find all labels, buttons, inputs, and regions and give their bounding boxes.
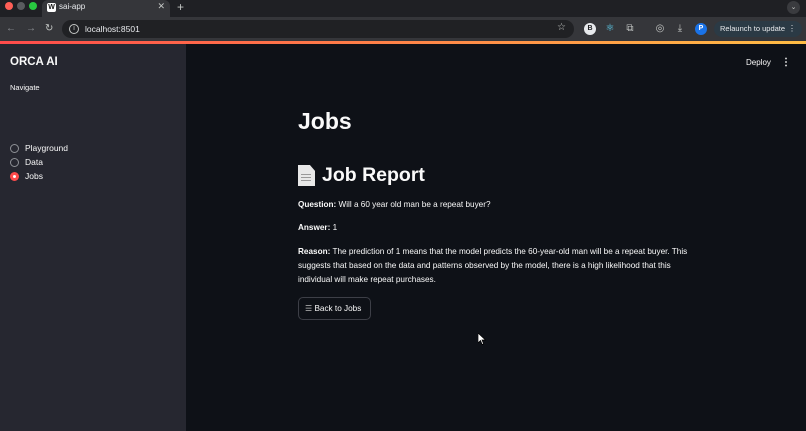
page-title: Jobs bbox=[298, 108, 352, 134]
browser-toolbar: ← → ↻ i localhost:8501 ☆ B ⚛ ⧉ ◎ ⤓ P Rel… bbox=[0, 17, 806, 41]
sidebar bbox=[0, 44, 186, 431]
mouse-cursor-icon bbox=[478, 333, 486, 345]
report-title: Job Report bbox=[322, 164, 425, 186]
reason-label: Reason: bbox=[298, 247, 331, 256]
close-tab-icon[interactable]: ✕ bbox=[157, 1, 165, 12]
browser-window: W sai-app ✕ + ⌄ ← → ↻ i localhost:8501 ☆… bbox=[0, 0, 806, 431]
radio-label: Playground bbox=[25, 143, 69, 153]
tab-bar: W sai-app ✕ + ⌄ bbox=[0, 0, 806, 17]
radio-option-data[interactable]: Data bbox=[10, 156, 43, 168]
favicon-icon: W bbox=[47, 3, 56, 12]
radio-label: Data bbox=[25, 157, 43, 167]
download-icon[interactable]: ⤓ bbox=[674, 23, 686, 35]
radio-label: Jobs bbox=[25, 171, 43, 181]
extensions-puzzle-icon[interactable]: ⧉ bbox=[624, 23, 636, 35]
minimize-window-button[interactable] bbox=[17, 2, 25, 10]
radio-unchecked-icon[interactable] bbox=[10, 157, 19, 167]
url-text[interactable]: localhost:8501 bbox=[85, 24, 140, 34]
app-brand: ORCA AI bbox=[10, 56, 58, 68]
radio-unchecked-icon[interactable] bbox=[10, 143, 19, 153]
radio-option-jobs[interactable]: Jobs bbox=[10, 170, 43, 182]
answer-text: 1 bbox=[330, 223, 338, 232]
navigate-label: Navigate bbox=[10, 83, 40, 92]
question-label: Question: bbox=[298, 200, 337, 209]
maximize-window-button[interactable] bbox=[29, 2, 37, 10]
answer-paragraph: Answer: 1 bbox=[298, 221, 698, 235]
tab-title: sai-app bbox=[59, 2, 86, 11]
media-control-icon[interactable]: ◎ bbox=[654, 23, 666, 35]
profile-avatar[interactable]: P bbox=[695, 23, 707, 35]
relaunch-label: Relaunch to update bbox=[720, 24, 786, 33]
radio-option-playground[interactable]: Playground bbox=[10, 142, 68, 154]
reload-icon[interactable]: ↻ bbox=[45, 22, 53, 36]
document-icon bbox=[298, 165, 315, 186]
main-menu-icon[interactable]: ⋮ bbox=[781, 57, 791, 68]
site-info-icon[interactable]: i bbox=[69, 24, 79, 34]
radio-checked-icon[interactable] bbox=[10, 171, 19, 181]
react-devtools-icon[interactable]: ⚛ bbox=[604, 23, 616, 35]
report-heading: Job Report bbox=[298, 164, 425, 187]
back-arrow-icon[interactable]: ← bbox=[6, 22, 16, 36]
back-to-jobs-button[interactable]: ☰ Back to Jobs bbox=[298, 297, 371, 320]
close-window-button[interactable] bbox=[5, 2, 13, 10]
bookmark-star-icon[interactable]: ☆ bbox=[557, 22, 566, 33]
relaunch-button[interactable]: Relaunch to update ⋮ bbox=[714, 21, 802, 37]
reason-text: The prediction of 1 means that the model… bbox=[298, 247, 688, 284]
inbox-icon: ☰ bbox=[305, 304, 313, 313]
browser-tab[interactable]: W sai-app ✕ bbox=[42, 0, 170, 17]
forward-arrow-icon[interactable]: → bbox=[26, 22, 36, 36]
question-text: Will a 60 year old man be a repeat buyer… bbox=[336, 200, 491, 209]
menu-dots-icon: ⋮ bbox=[788, 24, 796, 33]
new-tab-button[interactable]: + bbox=[177, 0, 184, 14]
back-to-jobs-label: Back to Jobs bbox=[314, 304, 362, 313]
extension-b-icon[interactable]: B bbox=[584, 23, 596, 35]
tab-search-button[interactable]: ⌄ bbox=[787, 1, 800, 14]
deploy-button[interactable]: Deploy bbox=[746, 58, 771, 67]
answer-label: Answer: bbox=[298, 223, 331, 232]
question-paragraph: Question: Will a 60 year old man be a re… bbox=[298, 198, 698, 212]
reason-paragraph: Reason: The prediction of 1 means that t… bbox=[298, 245, 690, 287]
address-bar[interactable]: i localhost:8501 ☆ bbox=[62, 20, 574, 38]
